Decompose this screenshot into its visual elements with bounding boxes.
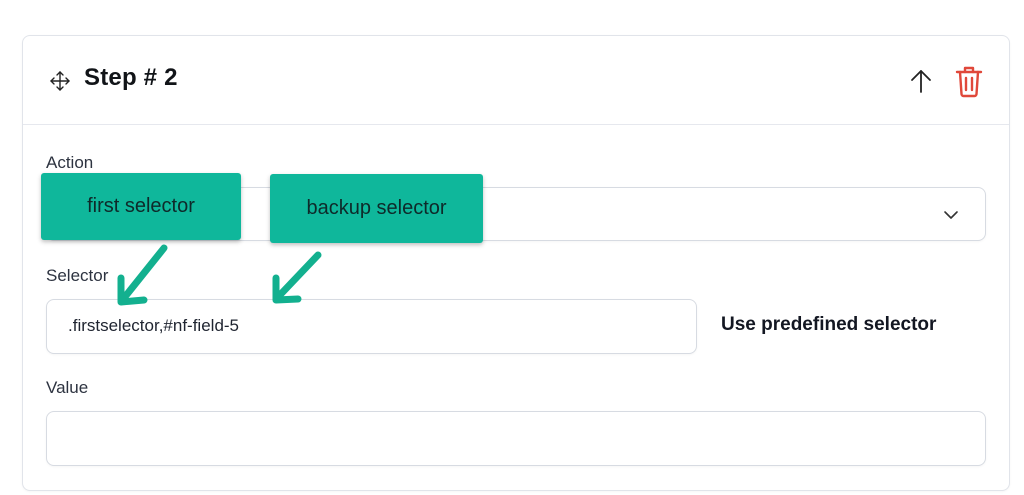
callout-backup-selector-text: backup selector [306, 197, 447, 219]
callout-first-selector-text: first selector [87, 195, 195, 217]
trash-icon[interactable] [955, 64, 983, 98]
use-predefined-selector-link[interactable]: Use predefined selector [721, 314, 936, 336]
step-card-header: Step # 2 [23, 36, 1009, 125]
action-label: Action [46, 153, 94, 172]
selector-input[interactable]: .firstselector,#nf-field-5 [46, 299, 697, 354]
selector-label: Selector [46, 266, 109, 285]
selector-input-value: .firstselector,#nf-field-5 [68, 316, 240, 335]
chevron-down-icon [943, 208, 959, 220]
value-input[interactable] [46, 411, 986, 466]
arrow-up-icon[interactable] [909, 68, 933, 94]
value-label: Value [46, 378, 89, 397]
page: Step # 2 Action Selector .firstselector,… [0, 0, 1024, 495]
step-title: Step # 2 [84, 64, 178, 91]
callout-backup-selector: backup selector [270, 174, 483, 243]
callout-first-selector: first selector [41, 173, 241, 240]
move-icon[interactable] [49, 70, 71, 92]
